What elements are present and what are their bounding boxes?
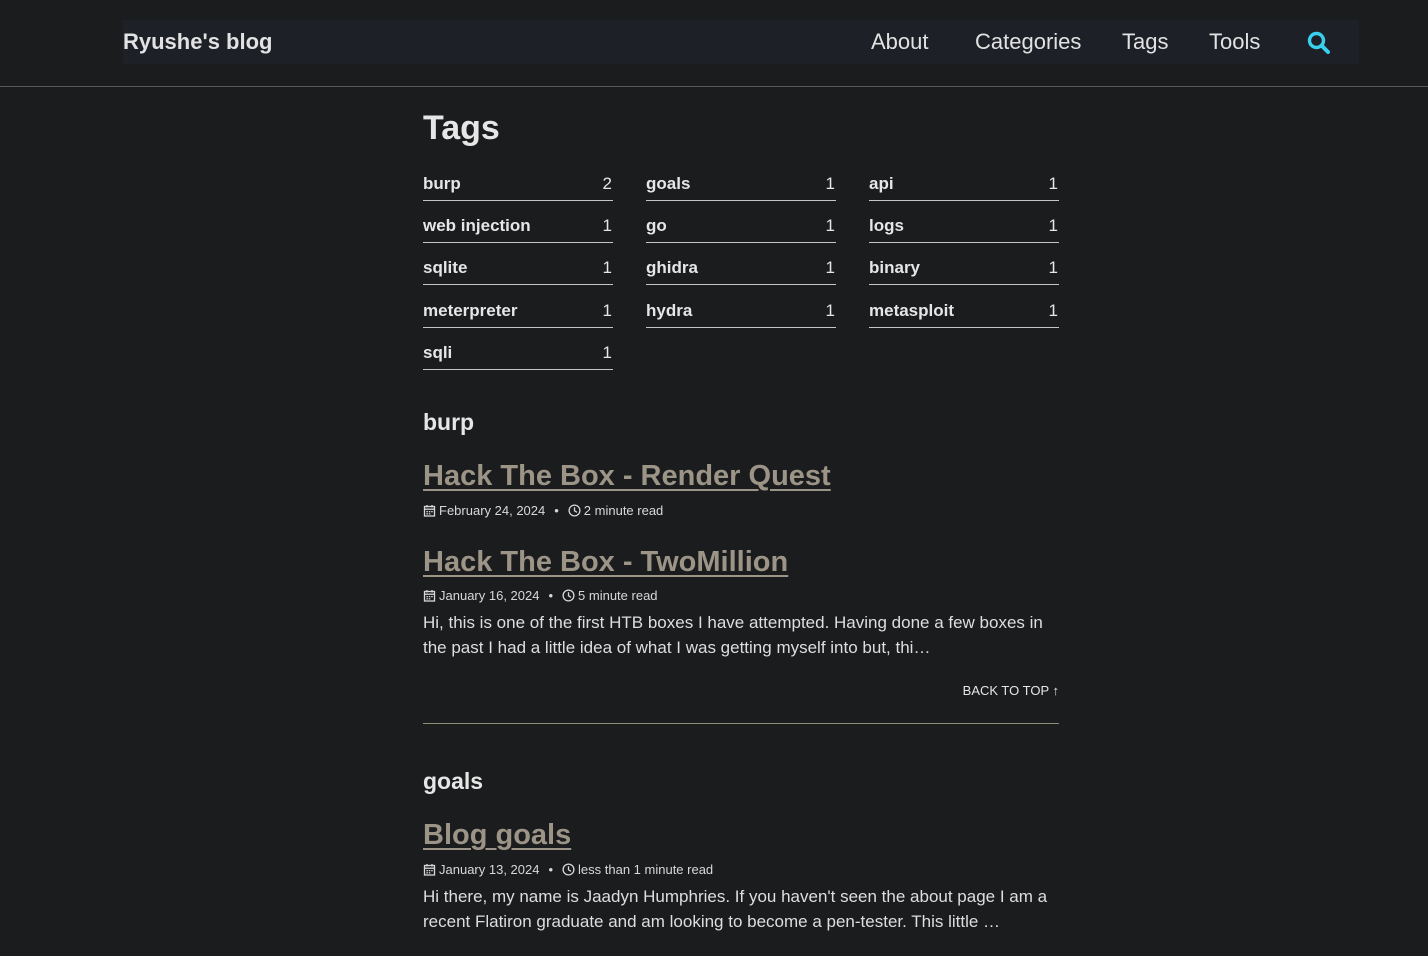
post-title-link[interactable]: Blog goals bbox=[423, 819, 571, 852]
nav-link-categories[interactable]: Categories bbox=[975, 29, 1081, 55]
post-date: January 16, 2024 bbox=[439, 588, 540, 603]
tag-count: 1 bbox=[825, 216, 835, 235]
tag-item-sqli[interactable]: sqli 1 bbox=[423, 340, 613, 370]
post-meta: February 24, 2024 • 2 minute read bbox=[423, 503, 663, 518]
nav-link-tools[interactable]: Tools bbox=[1209, 29, 1260, 55]
tag-name: sqli bbox=[423, 343, 453, 362]
meta-separator: • bbox=[554, 503, 559, 518]
post-title-link[interactable]: Hack The Box - Render Quest bbox=[423, 460, 831, 493]
calendar-icon bbox=[423, 504, 436, 517]
tag-count: 1 bbox=[825, 301, 835, 320]
tag-item-burp[interactable]: burp 2 bbox=[423, 171, 613, 201]
tag-name: ghidra bbox=[646, 258, 698, 277]
tag-count: 1 bbox=[602, 343, 612, 362]
post-read-time: less than 1 minute read bbox=[578, 862, 714, 877]
tag-name: burp bbox=[423, 174, 461, 193]
tag-name: logs bbox=[869, 216, 904, 235]
nav-link-about[interactable]: About bbox=[871, 29, 929, 55]
post-excerpt: Hi, this is one of the first HTB boxes I… bbox=[423, 613, 1043, 657]
calendar-icon bbox=[423, 589, 436, 602]
tag-count: 1 bbox=[602, 301, 612, 320]
tag-name: binary bbox=[869, 258, 921, 277]
tag-name: metasploit bbox=[869, 301, 955, 320]
meta-separator: • bbox=[548, 588, 554, 603]
post-read-time: 5 minute read bbox=[578, 588, 658, 603]
tag-count: 1 bbox=[602, 258, 612, 277]
tag-item-logs[interactable]: logs 1 bbox=[869, 213, 1059, 243]
section-divider bbox=[423, 723, 1059, 724]
tag-item-go[interactable]: go 1 bbox=[646, 213, 836, 243]
clock-icon bbox=[562, 863, 575, 876]
masthead: Ryushe's blog About Categories Tags Tool… bbox=[0, 0, 1428, 87]
post-meta: January 16, 2024 • 5 minute read bbox=[423, 588, 658, 603]
tag-count: 1 bbox=[602, 216, 612, 235]
tag-count: 2 bbox=[602, 174, 612, 193]
back-to-top-link[interactable]: Back to top ↑ bbox=[963, 683, 1059, 698]
post-date: February 24, 2024 bbox=[439, 503, 546, 518]
tag-count: 1 bbox=[1048, 216, 1058, 235]
tag-name: hydra bbox=[646, 301, 693, 320]
tag-count: 1 bbox=[825, 258, 835, 277]
search-icon[interactable] bbox=[1306, 30, 1332, 56]
post-excerpt: Hi there, my name is Jaadyn Humphries. I… bbox=[423, 887, 1048, 931]
post-title-link[interactable]: Hack The Box - TwoMillion bbox=[423, 546, 788, 579]
tag-item-binary[interactable]: binary 1 bbox=[869, 255, 1059, 285]
tag-item-metasploit[interactable]: metasploit 1 bbox=[869, 298, 1059, 328]
meta-separator: • bbox=[548, 862, 554, 877]
tag-item-goals[interactable]: goals 1 bbox=[646, 171, 836, 201]
tag-item-hydra[interactable]: hydra 1 bbox=[646, 298, 836, 328]
tag-name: web injection bbox=[423, 216, 531, 235]
tag-count: 1 bbox=[1048, 174, 1058, 193]
page-title: Tags bbox=[423, 109, 500, 147]
nav-link-tags[interactable]: Tags bbox=[1122, 29, 1168, 55]
section-title-goals: goals bbox=[423, 768, 484, 794]
tag-count: 1 bbox=[1048, 258, 1058, 277]
clock-icon bbox=[568, 504, 581, 517]
tag-name: goals bbox=[646, 174, 691, 193]
tag-item-ghidra[interactable]: ghidra 1 bbox=[646, 255, 836, 285]
tag-count: 1 bbox=[825, 174, 835, 193]
post-date: January 13, 2024 bbox=[439, 862, 540, 877]
tag-item-sqlite[interactable]: sqlite 1 bbox=[423, 255, 613, 285]
post-read-time: 2 minute read bbox=[583, 503, 664, 518]
calendar-icon bbox=[423, 863, 436, 876]
section-title-burp: burp bbox=[423, 409, 475, 435]
tag-count: 1 bbox=[1048, 301, 1058, 320]
clock-icon bbox=[562, 589, 575, 602]
navigation-bar: Ryushe's blog About Categories Tags Tool… bbox=[123, 20, 1359, 64]
tag-name: api bbox=[869, 174, 894, 193]
tag-name: go bbox=[646, 216, 667, 235]
site-title-link[interactable]: Ryushe's blog bbox=[123, 29, 272, 55]
tag-name: meterpreter bbox=[423, 301, 518, 320]
tag-item-meterpreter[interactable]: meterpreter 1 bbox=[423, 298, 613, 328]
tag-name: sqlite bbox=[423, 258, 468, 277]
post-meta: January 13, 2024 • less than 1 minute re… bbox=[423, 862, 713, 877]
tag-item-web-injection[interactable]: web injection 1 bbox=[423, 213, 613, 243]
tag-item-api[interactable]: api 1 bbox=[869, 171, 1059, 201]
